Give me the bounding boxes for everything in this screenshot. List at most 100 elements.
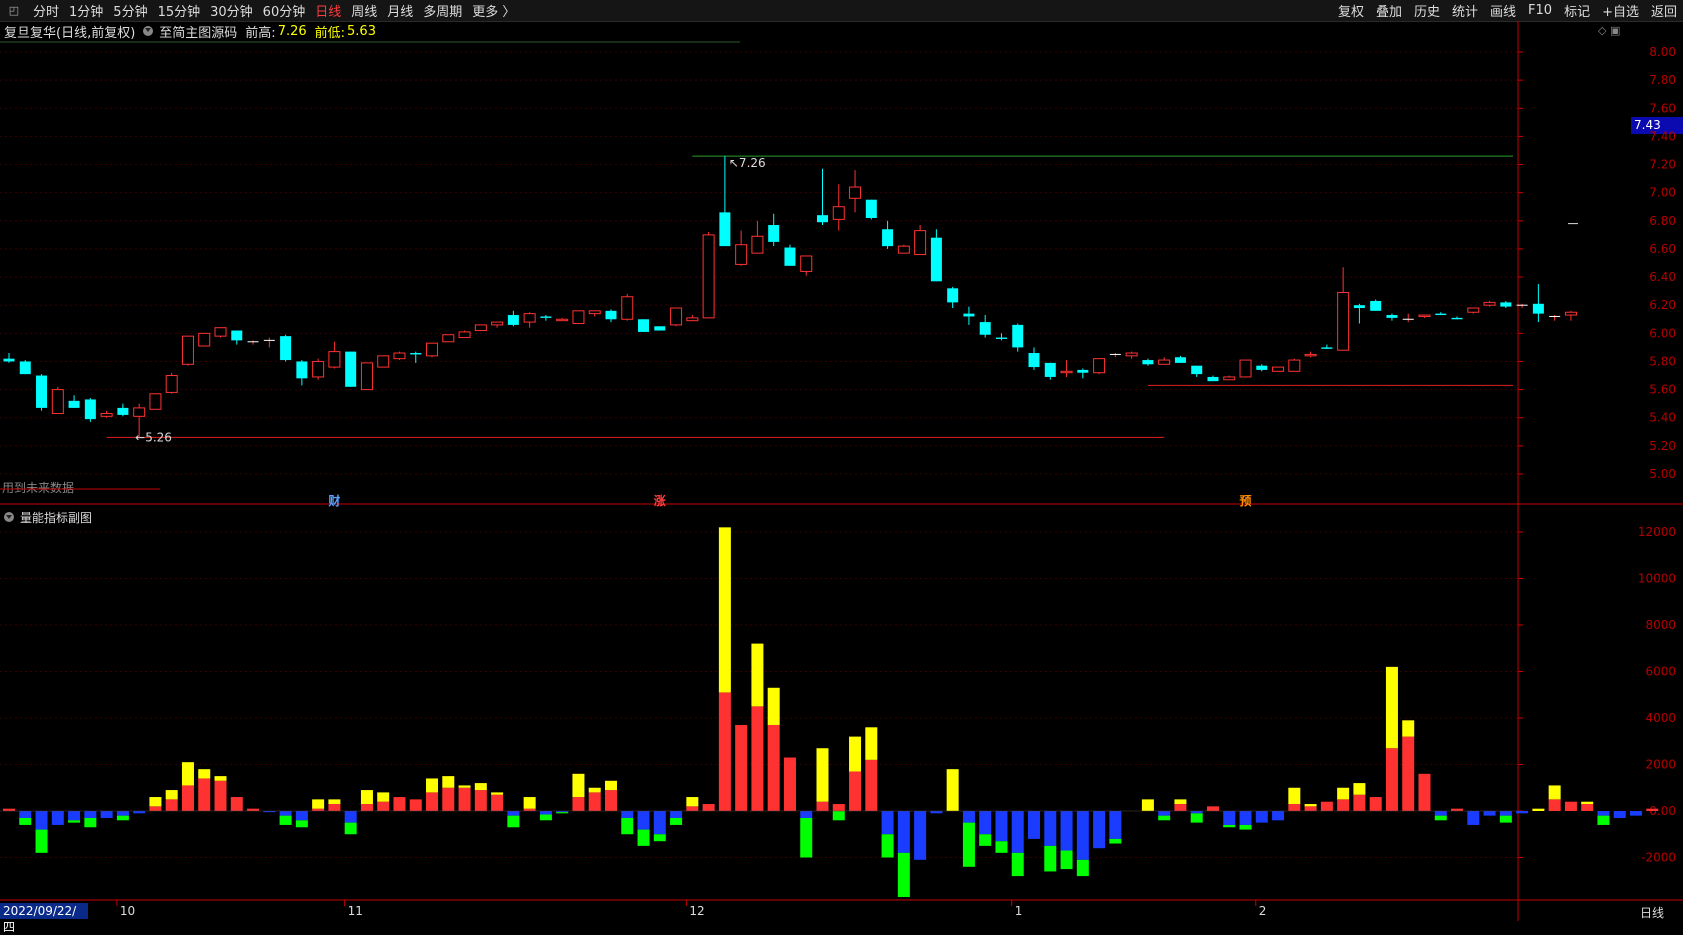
price-tick-label: 5.40 (1649, 411, 1676, 425)
candle-body-down (507, 315, 519, 325)
volume-bar-red (1385, 748, 1398, 811)
toolbar-button-7[interactable]: +自选 (1596, 1, 1645, 20)
candle-body-up (393, 352, 406, 360)
volume-bar-red (1320, 801, 1333, 811)
candle-body-down (1142, 360, 1154, 365)
price-tick-label: 5.60 (1649, 383, 1676, 397)
candle-body-down (995, 337, 1007, 339)
volume-bar-green (979, 834, 992, 846)
period-tab-3[interactable]: 15分钟 (153, 1, 206, 20)
price-tick-label: 6.40 (1649, 270, 1676, 284)
toolbar-button-6[interactable]: 标记 (1558, 1, 1596, 20)
event-marker-1: 涨 (654, 493, 666, 508)
kline-chart[interactable]: 8.00 7.80 7.60 7.40 7.20 7.00 6.80 6.60 6.40 6.20… (0, 21, 1683, 921)
period-tab-0[interactable]: 分时 (28, 1, 64, 20)
volume-bar-yellow (849, 736, 862, 772)
period-tab-9[interactable]: 多周期 (418, 1, 467, 20)
month-label: 2 (1259, 904, 1267, 918)
candle-body-up (100, 413, 113, 417)
period-tab-6[interactable]: 日线 (310, 1, 346, 20)
candle-body-down (1321, 347, 1333, 349)
candle-body-down (1500, 302, 1512, 307)
volume-bar-blue (1158, 811, 1171, 816)
candle-body-up (670, 307, 683, 326)
app-logo-icon[interactable]: ◰ (4, 4, 24, 18)
period-tab-2[interactable]: 5分钟 (108, 1, 152, 20)
volume-bar-blue (1630, 811, 1642, 816)
volume-bar-green (1060, 850, 1073, 870)
candle-body-up (572, 310, 585, 324)
period-tab-8[interactable]: 月线 (382, 1, 418, 20)
period-tab-5[interactable]: 60分钟 (258, 1, 311, 20)
volume-bar-green (19, 817, 32, 825)
volume-bar-yellow (523, 797, 536, 809)
volume-bar-blue (84, 811, 97, 818)
volume-bar-blue (1597, 811, 1610, 816)
volume-bar-blue (930, 811, 943, 814)
volume-bar-yellow (165, 790, 178, 800)
volume-bar-red (718, 692, 731, 811)
price-tick-label: 6.80 (1649, 214, 1676, 228)
volume-bar-red (735, 724, 748, 811)
candle-body-down (719, 212, 731, 247)
period-tab-7[interactable]: 周线 (346, 1, 382, 20)
volume-bar-green (1597, 815, 1610, 825)
candle-body-up (621, 296, 634, 320)
event-marker-0: 财 (327, 493, 340, 508)
candle-body-down (865, 199, 877, 218)
candle-body-down (280, 336, 292, 361)
toolbar-button-8[interactable]: 返回 (1645, 1, 1683, 20)
volume-bar-yellow (328, 799, 341, 805)
toolbar-button-0[interactable]: 复权 (1332, 1, 1370, 20)
volume-bar-red (1646, 808, 1659, 811)
candle-body-up (165, 375, 178, 393)
volume-bar-red (1418, 773, 1431, 811)
candle-body-up (523, 313, 536, 323)
toolbar-button-5[interactable]: F10 (1522, 3, 1558, 18)
volume-bar-blue (1516, 811, 1529, 814)
volume-bar-red (377, 801, 390, 811)
low-mark-label: ←5.26 (135, 430, 172, 444)
candle-body-up (1158, 359, 1171, 365)
volume-bar-green (556, 812, 569, 814)
volume-bar-red (149, 806, 162, 811)
price-tick-label: 7.00 (1649, 186, 1676, 200)
volume-bar-red (686, 806, 699, 811)
volume-bar-red (1353, 794, 1366, 811)
toolbar-button-4[interactable]: 画线 (1484, 1, 1522, 20)
volume-tick-label: 6000 (1645, 665, 1676, 679)
volume-bar-green (1158, 815, 1171, 821)
candle-body-up (312, 360, 325, 378)
candle-body-down (117, 407, 129, 415)
candle-body-up (1060, 370, 1073, 374)
toolbar-button-1[interactable]: 叠加 (1370, 1, 1408, 20)
candle-body-up (556, 318, 569, 322)
volume-bar-yellow (1353, 783, 1366, 795)
volume-bar-green (897, 852, 910, 898)
month-label: 12 (689, 904, 704, 918)
period-tab-10[interactable]: 更多 〉 (467, 1, 520, 20)
period-tab-4[interactable]: 30分钟 (205, 1, 258, 20)
candle-body-down (1044, 362, 1056, 377)
candle-body-up (181, 335, 194, 365)
volume-bar-blue (507, 811, 520, 816)
volume-bar-yellow (377, 792, 390, 802)
toolbar-button-2[interactable]: 历史 (1408, 1, 1446, 20)
volume-bar-yellow (946, 769, 959, 811)
volume-bar-yellow (474, 783, 487, 791)
volume-bar-green (1499, 815, 1512, 823)
period-tab-1[interactable]: 1分钟 (64, 1, 108, 20)
candle-body-up (588, 310, 601, 315)
candle-body-down (68, 400, 80, 408)
volume-bar-yellow (1288, 787, 1301, 805)
volume-bar-blue (1028, 811, 1041, 839)
volume-bar-blue (68, 811, 81, 821)
toolbar-button-3[interactable]: 统计 (1446, 1, 1484, 20)
candle-body-down (540, 316, 552, 318)
candle-body-up (1272, 366, 1285, 372)
price-tick-label: 7.40 (1649, 129, 1676, 143)
candle-body-down (638, 319, 650, 332)
candle-body-down (231, 330, 243, 341)
volume-bar-blue (1011, 811, 1024, 853)
price-tick-label: 7.60 (1649, 101, 1676, 115)
